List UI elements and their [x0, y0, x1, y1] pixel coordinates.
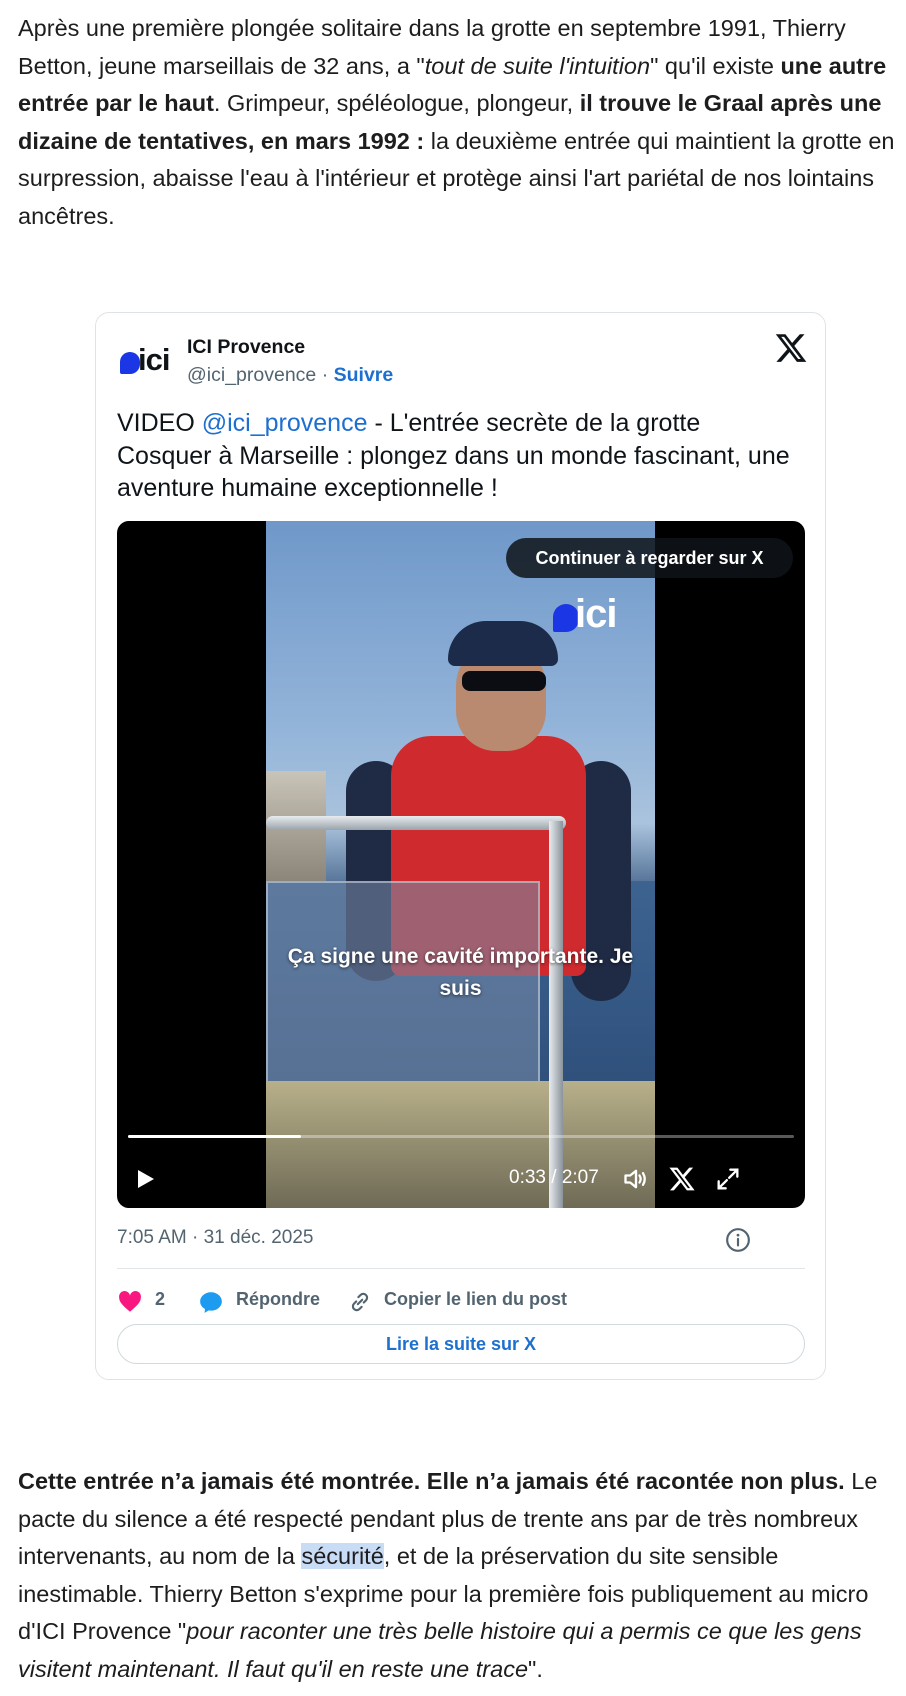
- intro-paragraph: Après une première plongée solitaire dan…: [18, 10, 898, 235]
- ici-logo-dot: [120, 352, 140, 374]
- intro-text-5: . Grimpeur, spéléologue, plongeur,: [213, 90, 580, 116]
- post-mention-link[interactable]: @ici_provence: [202, 409, 368, 437]
- like-count[interactable]: 2: [155, 1289, 165, 1310]
- video-person-glasses: [462, 671, 546, 691]
- link-icon[interactable]: [347, 1289, 373, 1315]
- ici-logo[interactable]: ici: [120, 342, 176, 380]
- handle-separator: ·: [316, 364, 334, 386]
- read-more-button[interactable]: Lire la suite sur X: [117, 1324, 805, 1364]
- fullscreen-icon[interactable]: [714, 1165, 742, 1193]
- post-divider: [117, 1268, 805, 1269]
- video-progress-bar[interactable]: [128, 1135, 794, 1138]
- account-handle-row: @ici_provence · Suivre: [187, 364, 393, 387]
- x-logo-icon[interactable]: [774, 331, 808, 365]
- x-share-icon[interactable]: [668, 1165, 696, 1193]
- account-handle[interactable]: @ici_provence: [187, 364, 316, 386]
- outro-bold: Cette entrée n’a jamais été montrée. Ell…: [18, 1468, 845, 1494]
- volume-icon[interactable]: [622, 1165, 650, 1193]
- intro-text-3: " qu'il existe: [650, 52, 781, 79]
- intro-quote: tout de suite l'intuition: [424, 52, 651, 79]
- video-watermark-text: ici: [575, 592, 617, 636]
- video-watermark: ici: [553, 592, 633, 636]
- video-progress-fill: [128, 1135, 302, 1138]
- post-date[interactable]: 7:05 AM · 31 déc. 2025: [117, 1227, 313, 1249]
- post-text-prefix: VIDEO: [117, 409, 202, 437]
- video-time: 0:33 / 2:07: [509, 1167, 599, 1188]
- outro-text-6: ".: [528, 1655, 543, 1682]
- outro-paragraph: Cette entrée n’a jamais été montrée. Ell…: [18, 1463, 898, 1688]
- video-boat-rail-post: [549, 821, 563, 1208]
- post-actions: 2 Répondre Copier le lien du post: [117, 1281, 805, 1321]
- outro-highlight: sécurité: [301, 1543, 384, 1569]
- ici-logo-text: ici: [138, 342, 170, 377]
- embedded-post-card: ici ICI Provence @ici_provence · Suivre …: [95, 312, 826, 1380]
- post-text: VIDEO @ici_provence - L'entrée secrète d…: [117, 407, 797, 505]
- copy-link-button[interactable]: Copier le lien du post: [384, 1289, 567, 1310]
- continue-watching-button[interactable]: Continuer à regarder sur X: [506, 538, 793, 578]
- video-boat-rail: [266, 816, 566, 830]
- account-name[interactable]: ICI Provence: [187, 336, 305, 359]
- video-person-cap: [448, 621, 558, 666]
- play-icon[interactable]: [133, 1167, 157, 1191]
- heart-icon[interactable]: [117, 1289, 143, 1315]
- reply-button[interactable]: Répondre: [236, 1289, 320, 1310]
- video-player[interactable]: ici Ça signe une cavité importante. Je s…: [117, 521, 805, 1208]
- video-caption: Ça signe une cavité importante. Je suis: [287, 945, 634, 1000]
- follow-button[interactable]: Suivre: [334, 364, 394, 386]
- info-icon[interactable]: [725, 1227, 751, 1253]
- reply-icon[interactable]: [198, 1289, 224, 1315]
